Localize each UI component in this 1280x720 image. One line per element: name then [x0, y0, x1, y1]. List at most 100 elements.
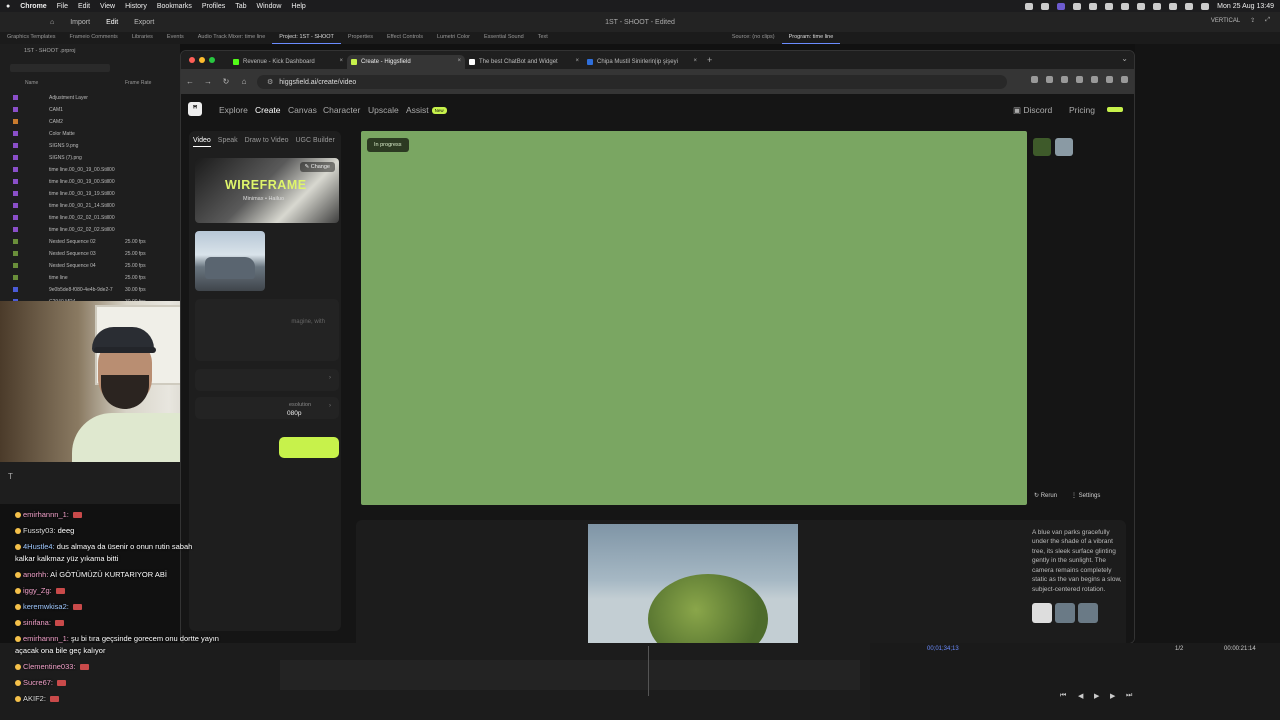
cloud-icon[interactable] — [1041, 2, 1050, 10]
screen-share-icon[interactable] — [1057, 2, 1066, 10]
tab-lumetri-color[interactable]: Lumetri Color — [430, 32, 477, 44]
chat-username[interactable]: 4Hustle4: — [23, 542, 55, 551]
label-color-swatch[interactable] — [13, 263, 18, 268]
label-color-swatch[interactable] — [13, 203, 18, 208]
project-item-row[interactable]: SIGNS (7).png — [0, 152, 180, 164]
kebab-menu-icon[interactable] — [1121, 76, 1128, 83]
forward-arrow-icon[interactable]: → — [199, 77, 217, 86]
project-item-row[interactable]: Color Matte — [0, 128, 180, 140]
label-color-swatch[interactable] — [13, 107, 18, 112]
timeline-track-area[interactable] — [280, 660, 860, 690]
menu-history[interactable]: History — [125, 3, 147, 10]
nav-create[interactable]: Create — [255, 105, 281, 115]
close-tab-icon[interactable]: × — [693, 58, 697, 64]
play-icon[interactable]: ▶ — [1094, 692, 1099, 700]
browser-tab[interactable]: Chipa Mustil Sinirlerin|ip şişeyi × — [583, 55, 701, 69]
project-item-row[interactable]: time line.00_00_19_19.Still00 — [0, 188, 180, 200]
timeline-playhead[interactable] — [648, 646, 649, 696]
close-tab-icon[interactable]: × — [457, 58, 461, 64]
nav-character[interactable]: Character — [323, 105, 360, 115]
change-preset-button[interactable]: ✎ Change — [299, 162, 335, 172]
label-color-swatch[interactable] — [13, 131, 18, 136]
project-item-row[interactable]: Nested Sequence 04 25.00 fps — [0, 260, 180, 272]
tab-draw-to-video[interactable]: Draw to Video — [245, 137, 289, 147]
label-color-swatch[interactable] — [13, 275, 18, 280]
menu-window[interactable]: Window — [257, 3, 282, 10]
video-preview[interactable] — [361, 131, 1027, 505]
menubar-clock[interactable]: Mon 25 Aug 13:49 — [1217, 3, 1274, 10]
generate-button[interactable] — [279, 437, 339, 458]
label-color-swatch[interactable] — [13, 191, 18, 196]
site-info-icon[interactable]: ⚙ — [267, 78, 273, 86]
credits-badge[interactable] — [1107, 107, 1123, 112]
reference-thumbnail[interactable] — [1055, 603, 1075, 623]
project-item-row[interactable]: Adjustment Layer — [0, 92, 180, 104]
close-tab-icon[interactable]: × — [339, 58, 343, 64]
project-item-row[interactable]: SIGNS 9.png — [0, 140, 180, 152]
new-tab-plus-icon[interactable]: + — [707, 55, 712, 65]
search-icon[interactable] — [1185, 2, 1194, 10]
chat-username[interactable]: keremwkisa2: — [23, 602, 69, 611]
chat-username[interactable]: anorhh: — [23, 570, 48, 579]
chat-username[interactable]: emirhannn_1: — [23, 634, 69, 643]
bookmark-star-icon[interactable] — [1046, 76, 1053, 83]
menu-profiles[interactable]: Profiles — [202, 3, 225, 10]
import-tab[interactable]: Import — [70, 19, 90, 26]
label-color-swatch[interactable] — [13, 95, 18, 100]
settings-button[interactable]: ⋮ Settings — [1071, 492, 1100, 499]
menu-help[interactable]: Help — [291, 3, 305, 10]
chat-username[interactable]: Fussty03: — [23, 526, 56, 535]
higgsfield-logo-icon[interactable]: ꟸ — [188, 102, 202, 116]
control-center-icon[interactable] — [1201, 2, 1210, 10]
shield-icon[interactable] — [1061, 76, 1068, 83]
back-arrow-icon[interactable]: ← — [181, 77, 199, 86]
nav-explore[interactable]: Explore — [219, 105, 248, 115]
chat-username[interactable]: iggy_Zg: — [23, 586, 52, 595]
project-item-row[interactable]: CAM2 — [0, 116, 180, 128]
nav-pricing[interactable]: Pricing — [1069, 105, 1095, 115]
prompt-textarea[interactable]: magine, with — [195, 299, 339, 361]
tab-events[interactable]: Events — [160, 32, 191, 44]
reference-thumbnail[interactable] — [1033, 138, 1051, 156]
tab-libraries[interactable]: Libraries — [125, 32, 160, 44]
rerun-button[interactable]: ↻ Rerun — [1034, 492, 1057, 499]
tab-effect-controls[interactable]: Effect Controls — [380, 32, 430, 44]
tab-essential-sound[interactable]: Essential Sound — [477, 32, 531, 44]
label-color-swatch[interactable] — [13, 155, 18, 160]
zoom-select[interactable]: 1/2 — [1175, 646, 1183, 652]
bluetooth-icon[interactable] — [1137, 2, 1146, 10]
label-color-swatch[interactable] — [13, 143, 18, 148]
tab-graphics-templates[interactable]: Graphics Templates — [0, 32, 63, 44]
share-icon[interactable]: ⇪ — [1250, 17, 1255, 24]
preset-thumbnail[interactable] — [1032, 603, 1052, 623]
nav-canvas[interactable]: Canvas — [288, 105, 317, 115]
home-icon[interactable]: ⌂ — [235, 77, 253, 86]
extensions-icon[interactable] — [1076, 76, 1083, 83]
label-color-swatch[interactable] — [13, 287, 18, 292]
chat-username[interactable]: AKIF2: — [23, 694, 46, 703]
tab-video[interactable]: Video — [193, 137, 211, 147]
workspace-label[interactable]: VERTICAL — [1211, 18, 1240, 24]
edit-tab[interactable]: Edit — [106, 19, 118, 26]
reference-thumbnail[interactable] — [1055, 138, 1073, 156]
chat-username[interactable]: sinifana: — [23, 618, 51, 627]
label-color-swatch[interactable] — [13, 251, 18, 256]
label-color-swatch[interactable] — [13, 119, 18, 124]
copilot-icon[interactable] — [1073, 2, 1082, 10]
project-item-row[interactable]: CAM1 — [0, 104, 180, 116]
generated-video-thumbnail[interactable] — [588, 524, 798, 643]
tab-project[interactable]: Project: 1ST - SHOOT — [272, 32, 341, 44]
project-search-input[interactable] — [10, 64, 110, 72]
project-item-row[interactable]: 9e0b5de8-f080-4e4b-9de2-7 30.00 fps — [0, 284, 180, 296]
tab-source[interactable]: Source: (no clips) — [725, 32, 782, 44]
step-back-icon[interactable]: ⏮ — [1060, 692, 1066, 700]
tab-frameio-comments[interactable]: Frameio Comments — [63, 32, 125, 44]
label-color-swatch[interactable] — [13, 239, 18, 244]
record-icon[interactable] — [1025, 2, 1034, 10]
tab-speak[interactable]: Speak — [218, 137, 238, 147]
project-item-row[interactable]: time line.00_00_19_00.Still00 — [0, 176, 180, 188]
project-item-row[interactable]: time line.00_02_02_01.Still00 — [0, 212, 180, 224]
tab-text[interactable]: Text — [531, 32, 555, 44]
close-tab-icon[interactable]: × — [575, 58, 579, 64]
nav-discord[interactable]: ▣ Discord — [1013, 105, 1052, 116]
